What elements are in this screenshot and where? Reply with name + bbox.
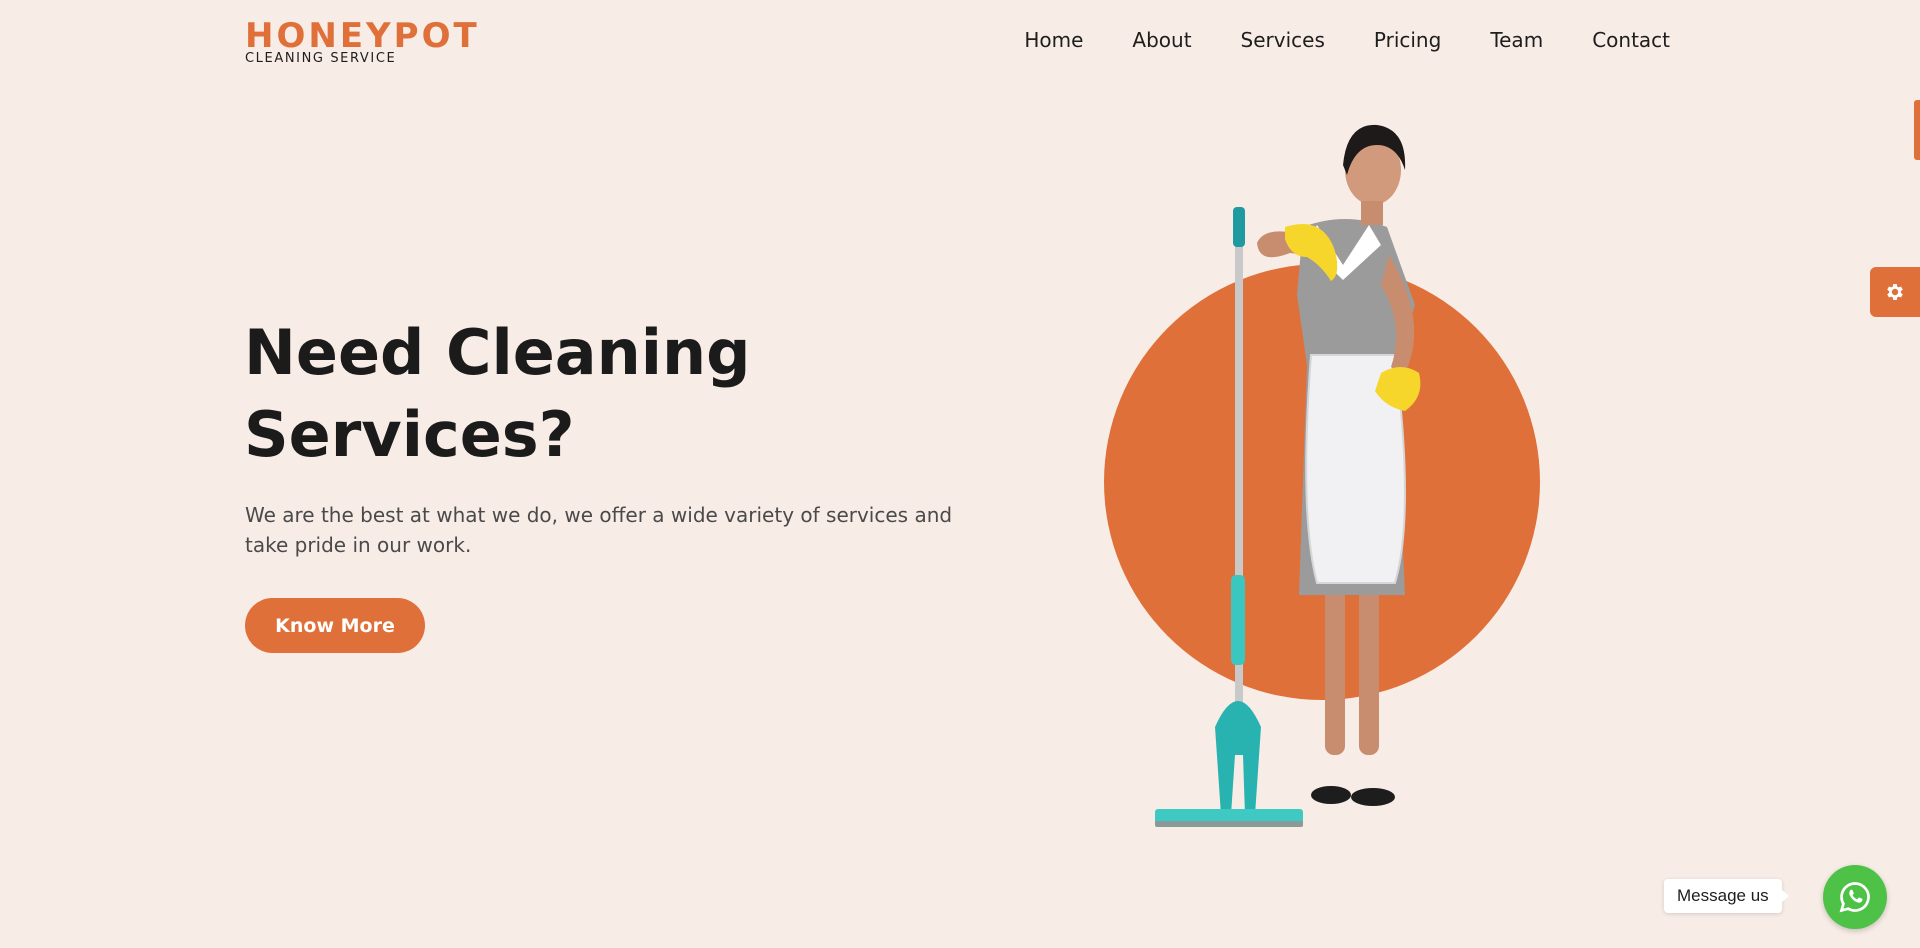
- brand-logo[interactable]: HONEYPOT CLEANING SERVICE: [245, 18, 480, 66]
- scrollbar-thumb[interactable]: [1914, 100, 1920, 160]
- hero-illustration: [1104, 124, 1540, 827]
- nav-item-services[interactable]: Services: [1241, 26, 1325, 54]
- whatsapp-icon: [1839, 882, 1870, 913]
- hero-description: We are the best at what we do, we offer …: [245, 503, 953, 557]
- nav-item-home[interactable]: Home: [1024, 26, 1083, 54]
- brand-name: HONEYPOT: [245, 16, 480, 56]
- whatsapp-button[interactable]: [1823, 865, 1887, 929]
- nav-item-about[interactable]: About: [1132, 26, 1191, 54]
- gear-icon: [1887, 284, 1903, 300]
- nav-item-team[interactable]: Team: [1490, 26, 1543, 54]
- nav-item-contact[interactable]: Contact: [1592, 26, 1670, 54]
- message-us-bubble[interactable]: Message us: [1664, 879, 1789, 913]
- hero-title: Need Cleaning Services?: [244, 316, 751, 471]
- know-more-button[interactable]: Know More: [245, 598, 425, 653]
- settings-toggle-button[interactable]: [1870, 267, 1920, 317]
- main-nav: Home About Services Pricing Team Contact: [975, 26, 1670, 54]
- nav-item-pricing[interactable]: Pricing: [1374, 26, 1441, 54]
